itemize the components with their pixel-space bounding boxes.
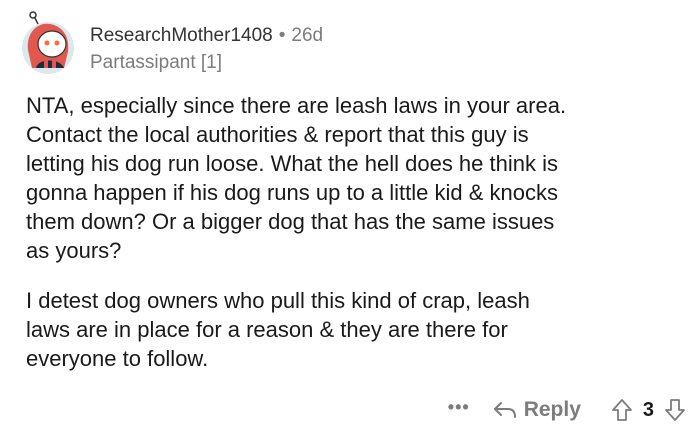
reply-arrow-icon [493,402,516,418]
comment-paragraph: I detest dog owners who pull this kind o… [26,288,530,371]
avatar[interactable] [20,10,76,76]
meta-separator: • [278,25,286,46]
reply-button[interactable]: Reply [492,398,581,422]
comment-paragraph: NTA, especially since there are leash la… [26,93,567,263]
avatar-icon [22,11,74,74]
downvote-arrow-icon[interactable] [664,398,686,422]
comment: ResearchMother1408 • 26d Partassipant [1] … [0,0,700,436]
comment-actions: ••• Reply 3 [448,395,686,425]
more-options-icon[interactable]: ••• [448,397,470,418]
vote-controls: 3 [611,398,686,422]
user-flair: Partassipant [1] [90,52,223,73]
comment-body: NTA, especially since there are leash la… [26,91,686,373]
comment-age: 26d [291,25,324,46]
vote-count: 3 [642,398,654,421]
upvote-arrow-icon[interactable] [611,398,633,422]
username-link[interactable]: ResearchMother1408 [90,25,273,46]
comment-meta: ResearchMother1408 • 26d [90,24,323,48]
reply-label: Reply [523,398,581,421]
